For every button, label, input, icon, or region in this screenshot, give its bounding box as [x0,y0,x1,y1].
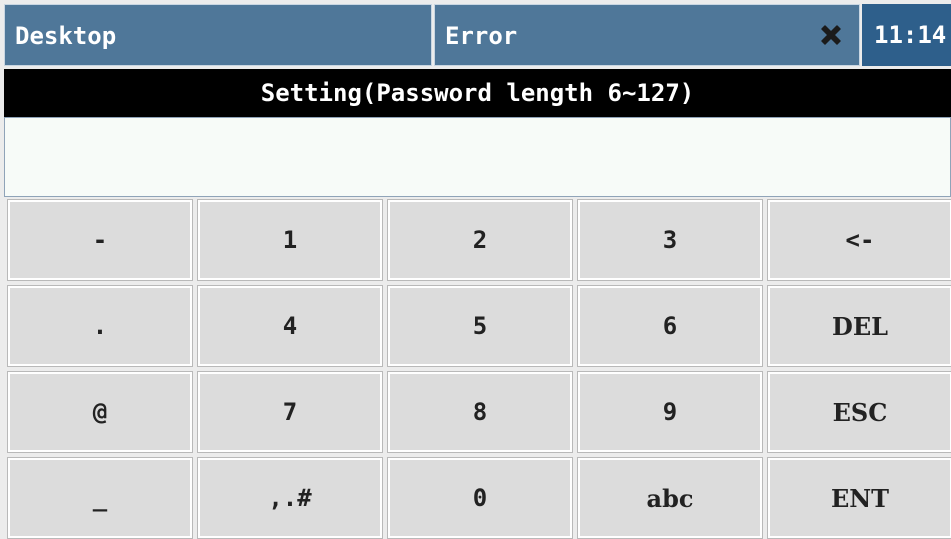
desktop-tab-label: Desktop [15,22,117,50]
key-dot[interactable]: . [7,285,193,367]
key-backspace[interactable]: <- [767,199,951,281]
key-7[interactable]: 7 [197,371,383,453]
key-3[interactable]: 3 [577,199,763,281]
clock-time: 11:14 [874,21,947,49]
error-tab-label: Error [445,22,518,50]
key-symbols[interactable]: ,.# [197,457,383,539]
key-at[interactable]: @ [7,371,193,453]
key-4[interactable]: 4 [197,285,383,367]
key-underscore[interactable]: _ [7,457,193,539]
dialog-title: Setting(Password length 6~127) [4,69,951,117]
key-5[interactable]: 5 [387,285,573,367]
taskbar: Desktop Error 11:14 [0,0,951,69]
key-enter[interactable]: ENT [767,457,951,539]
dialog-title-text: Setting(Password length 6~127) [260,79,695,107]
error-window-tab[interactable]: Error [434,4,860,66]
key-0[interactable]: 0 [387,457,573,539]
key-2[interactable]: 2 [387,199,573,281]
key-letters[interactable]: abc [577,457,763,539]
key-delete[interactable]: DEL [767,285,951,367]
key-minus[interactable]: - [7,199,193,281]
key-8[interactable]: 8 [387,371,573,453]
key-6[interactable]: 6 [577,285,763,367]
key-escape[interactable]: ESC [767,371,951,453]
desktop-tab[interactable]: Desktop [4,4,432,66]
password-input[interactable] [4,117,951,197]
key-1[interactable]: 1 [197,199,383,281]
clock: 11:14 [862,4,951,66]
key-9[interactable]: 9 [577,371,763,453]
keypad: -1 2 3 <-. 4 5 6 DEL @7 8 9 ESC _ ,.# 0 abc ENT [4,199,951,539]
close-icon[interactable] [817,21,845,49]
